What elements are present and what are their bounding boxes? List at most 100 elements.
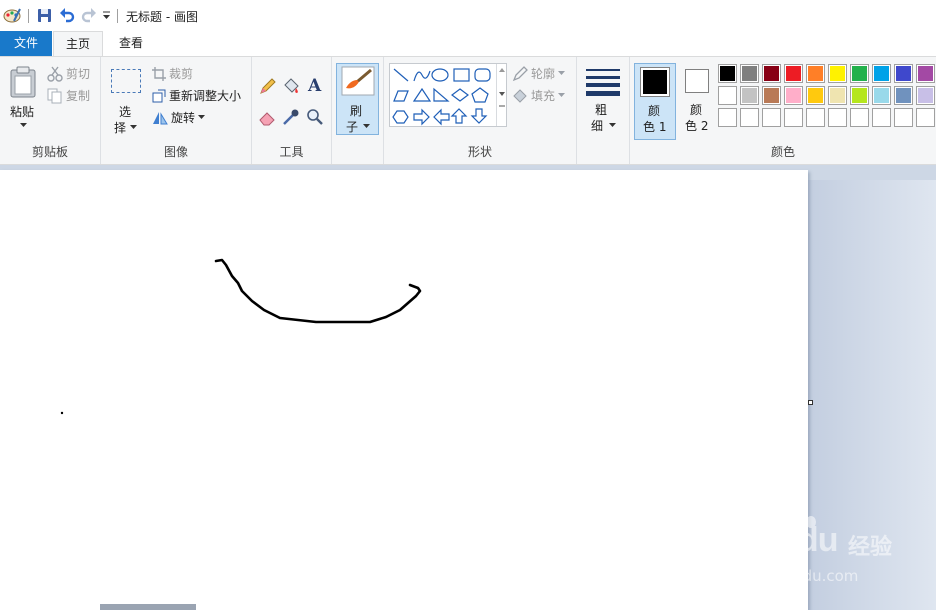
tab-view[interactable]: 查看 [106, 31, 156, 56]
custom-color-slot[interactable] [916, 108, 935, 127]
customize-quick-access-icon[interactable] [102, 11, 111, 20]
palette-swatch[interactable] [784, 86, 803, 105]
cut-button[interactable]: 剪切 [47, 65, 90, 82]
select-button[interactable]: 选 择 [107, 65, 147, 137]
outline-button[interactable]: 轮廓 [512, 65, 566, 82]
shape-thumbnails [392, 68, 491, 126]
palette-swatch[interactable] [740, 86, 759, 105]
palette-swatch[interactable] [872, 86, 891, 105]
custom-color-slot[interactable] [740, 108, 759, 127]
palette-swatch[interactable] [894, 64, 913, 83]
color1-label-2: 色 1 [643, 120, 667, 134]
palette-swatch[interactable] [916, 64, 935, 83]
eraser-icon[interactable] [259, 108, 277, 126]
watermark-url: jingyan.baidu.com [720, 567, 859, 585]
redo-icon[interactable] [81, 7, 97, 23]
copy-button[interactable]: 复制 [47, 87, 90, 104]
save-icon[interactable] [37, 8, 52, 23]
window-title: 无标题 - 画图 [126, 10, 198, 24]
fill-bucket-icon[interactable] [282, 77, 300, 95]
custom-color-slot[interactable] [806, 108, 825, 127]
color1-button[interactable]: 颜 色 1 [634, 63, 676, 140]
size-button[interactable]: 粗 细 [582, 63, 624, 137]
brushes-group: 刷 子 [332, 57, 384, 164]
shapes-gallery[interactable] [389, 63, 507, 127]
palette-swatch[interactable] [762, 64, 781, 83]
swatch-fill [720, 88, 735, 103]
palette-swatch[interactable] [740, 64, 759, 83]
tools-group: A 工具 [252, 57, 332, 164]
clipboard-icon [10, 66, 36, 98]
swatch-fill [874, 88, 889, 103]
custom-color-slot[interactable] [784, 108, 803, 127]
tab-file[interactable]: 文件 [0, 31, 52, 56]
palette-swatch[interactable] [828, 86, 847, 105]
color2-label-2: 色 2 [685, 119, 709, 133]
rotate-icon [153, 111, 168, 124]
palette-swatch[interactable] [916, 86, 935, 105]
swatch-fill [808, 88, 823, 103]
palette-swatch[interactable] [850, 64, 869, 83]
watermark-brand: Bai du [718, 521, 838, 560]
custom-color-slot[interactable] [828, 108, 847, 127]
outline-label: 轮廓 [531, 67, 556, 81]
svg-text:A: A [307, 76, 322, 94]
resize-button[interactable]: 重新调整大小 [152, 87, 241, 104]
color2-swatch [685, 69, 709, 93]
canvas-resize-handle[interactable] [808, 400, 813, 405]
fill-bucket-icon [513, 88, 527, 103]
colors-group: 颜 色 1 颜 色 2 颜色 [630, 57, 936, 164]
custom-color-slot[interactable] [872, 108, 891, 127]
select-label-2: 择 [114, 121, 127, 135]
swatch-fill [852, 66, 867, 81]
horizontal-scrollbar-thumb[interactable] [100, 604, 196, 610]
drawing-canvas[interactable] [0, 170, 808, 610]
swatch-fill [808, 110, 823, 125]
cut-label: 剪切 [66, 67, 91, 81]
palette-swatch[interactable] [828, 64, 847, 83]
swatch-fill [742, 66, 757, 81]
palette-swatch[interactable] [718, 86, 737, 105]
palette-swatch[interactable] [872, 64, 891, 83]
brushes-button[interactable]: 刷 子 [336, 63, 379, 135]
title-bar: 无标题 - 画图 [0, 0, 936, 31]
palette-swatch[interactable] [718, 64, 737, 83]
custom-color-slot[interactable] [850, 108, 869, 127]
magnifier-icon[interactable] [306, 108, 324, 126]
chevron-down-icon [198, 115, 206, 119]
color2-button[interactable]: 颜 色 2 [680, 63, 722, 140]
paint-app-icon[interactable] [3, 7, 21, 23]
paste-button[interactable]: 粘贴 [4, 63, 42, 137]
line-width-icon [586, 69, 620, 96]
swatch-fill [786, 88, 801, 103]
fill-button[interactable]: 填充 [512, 87, 566, 104]
swatch-fill [764, 110, 779, 125]
palette-swatch[interactable] [894, 86, 913, 105]
swatch-fill [830, 88, 845, 103]
swatch-fill [852, 110, 867, 125]
custom-color-slot[interactable] [894, 108, 913, 127]
tools-group-label: 工具 [279, 145, 304, 159]
palette-swatch[interactable] [784, 64, 803, 83]
fill-label: 填充 [531, 89, 556, 103]
pencil-icon[interactable] [259, 77, 277, 95]
undo-icon[interactable] [59, 7, 75, 23]
palette-swatch[interactable] [806, 86, 825, 105]
scissors-icon [47, 66, 63, 82]
color-picker-icon[interactable] [282, 108, 300, 126]
custom-color-slot[interactable] [718, 108, 737, 127]
rotate-button[interactable]: 旋转 [152, 109, 206, 126]
tab-home[interactable]: 主页 [53, 31, 103, 57]
shapes-group: 轮廓 填充 形状 [384, 57, 577, 164]
palette-swatch[interactable] [762, 86, 781, 105]
crop-button[interactable]: 裁剪 [152, 65, 193, 82]
custom-color-slot[interactable] [762, 108, 781, 127]
paste-label: 粘贴 [10, 105, 35, 119]
palette-swatch[interactable] [806, 64, 825, 83]
chevron-down-icon [20, 123, 27, 127]
shapes-scrollbar[interactable] [496, 64, 506, 126]
palette-swatch[interactable] [850, 86, 869, 105]
swatch-fill [786, 66, 801, 81]
text-tool-icon[interactable]: A [306, 76, 324, 94]
swatch-fill [742, 88, 757, 103]
